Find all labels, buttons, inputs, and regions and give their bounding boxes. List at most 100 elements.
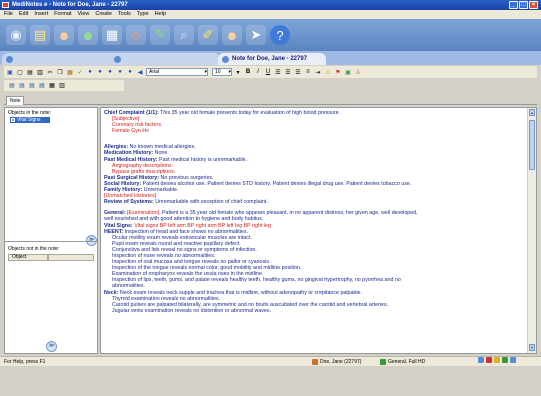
menu-insert[interactable]: Insert bbox=[34, 10, 48, 19]
person-icon[interactable]: ♙ bbox=[354, 68, 362, 76]
search-icon[interactable]: ⌕ bbox=[174, 25, 194, 45]
list2-icon[interactable]: ▤ bbox=[18, 82, 26, 90]
object-column-header[interactable]: Object bbox=[8, 254, 48, 261]
font-name-select[interactable]: Arial ▾ bbox=[146, 68, 208, 76]
document-icon[interactable]: ▤ bbox=[30, 25, 50, 45]
align-left-icon[interactable]: ☰ bbox=[274, 68, 282, 76]
scroll-up-icon[interactable]: ▲ bbox=[529, 109, 535, 116]
title-bar: MediNotes e - Note for Doe, Jane - 22797… bbox=[0, 0, 541, 10]
template-status-icon bbox=[380, 359, 386, 365]
tray-icon[interactable] bbox=[486, 357, 492, 363]
scroll-down-icon[interactable]: ▼ bbox=[529, 344, 535, 351]
object-icon bbox=[11, 118, 15, 122]
objects-list-item[interactable]: Vital Signs bbox=[10, 117, 50, 123]
patient-status-icon bbox=[312, 359, 318, 365]
vertical-scrollbar[interactable]: ▲ ▼ bbox=[527, 108, 536, 353]
grid-icon[interactable]: ▦ bbox=[48, 82, 56, 90]
chevron-down-icon: ▾ bbox=[204, 69, 207, 75]
print-icon[interactable]: ▤ bbox=[26, 68, 34, 76]
tab-2[interactable] bbox=[110, 53, 220, 65]
maximize-button[interactable]: □ bbox=[519, 1, 528, 9]
list4-icon[interactable]: ▤ bbox=[38, 82, 46, 90]
note-editor[interactable]: Chief Complaint (1/1): This 35 year old … bbox=[100, 107, 537, 354]
circle2-icon[interactable]: ● bbox=[96, 68, 104, 76]
paste-icon[interactable]: ▦ bbox=[66, 68, 74, 76]
italic-icon[interactable]: I bbox=[254, 68, 262, 76]
menu-format[interactable]: Format bbox=[54, 10, 71, 19]
menu-view[interactable]: View bbox=[78, 10, 90, 19]
status-template: General, Full HD bbox=[380, 357, 425, 367]
tab-icon bbox=[6, 56, 13, 63]
secondary-toolbar: ▤ ▤ ▤ ▤ ▦ ▥ bbox=[4, 80, 124, 91]
tab-note[interactable]: Note for Doe, Jane - 22797 bbox=[218, 53, 326, 65]
circle5-icon[interactable]: ● bbox=[126, 68, 134, 76]
circle4-icon[interactable]: ● bbox=[116, 68, 124, 76]
bullets-icon[interactable]: ≡ bbox=[304, 68, 312, 76]
circle-icon[interactable]: ● bbox=[86, 68, 94, 76]
check-icon[interactable]: ✓ bbox=[76, 68, 84, 76]
app-icon bbox=[2, 2, 9, 8]
objects-panel: Objects in the note: Vital Signs ≫ Objec… bbox=[4, 107, 98, 354]
tray-icon[interactable] bbox=[510, 357, 516, 363]
forward-icon[interactable]: ➤ bbox=[246, 25, 266, 45]
list-icon[interactable]: ▤ bbox=[8, 82, 16, 90]
pen-icon[interactable]: ✎ bbox=[150, 25, 170, 45]
chart-icon[interactable]: ▦ bbox=[102, 25, 122, 45]
menu-file[interactable]: File bbox=[4, 10, 13, 19]
minimize-button[interactable]: _ bbox=[509, 1, 518, 9]
patient-icon[interactable]: ☻ bbox=[54, 25, 74, 45]
note-document[interactable]: Chief Complaint (1/1): This 35 year old … bbox=[104, 110, 524, 314]
list3-icon[interactable]: ▤ bbox=[28, 82, 36, 90]
edit-icon[interactable]: ✐ bbox=[198, 25, 218, 45]
people-icon[interactable]: ☻ bbox=[222, 25, 242, 45]
tab-1[interactable] bbox=[2, 53, 120, 65]
align-center-icon[interactable]: ☰ bbox=[284, 68, 292, 76]
patients-icon[interactable]: ☻ bbox=[78, 25, 98, 45]
menu-type[interactable]: Type bbox=[137, 10, 149, 19]
menu-help[interactable]: Help bbox=[155, 10, 166, 19]
note-tabs: Note bbox=[4, 95, 537, 105]
window-controls: _ □ × bbox=[509, 1, 538, 9]
close-button[interactable]: × bbox=[529, 1, 538, 9]
menu-bar: File Edit Insert Format View Create Tool… bbox=[0, 10, 541, 19]
objects-in-note-label: Objects in the note: bbox=[8, 110, 52, 116]
panel-divider bbox=[5, 241, 97, 242]
help-icon[interactable]: ? bbox=[270, 25, 290, 45]
flag-icon[interactable]: ⚑ bbox=[334, 68, 342, 76]
preview-icon[interactable]: ▥ bbox=[36, 68, 44, 76]
menu-edit[interactable]: Edit bbox=[19, 10, 28, 19]
tab-icon bbox=[222, 56, 229, 63]
dropdown-icon[interactable]: ▾ bbox=[234, 68, 242, 76]
menu-tools[interactable]: Tools bbox=[118, 10, 131, 19]
indent-icon[interactable]: ⇥ bbox=[314, 68, 322, 76]
cut-icon[interactable]: ✂ bbox=[46, 68, 54, 76]
bold-icon[interactable]: B bbox=[244, 68, 252, 76]
status-patient: Doe, Jane (22797) bbox=[312, 357, 361, 367]
back-icon[interactable]: ◀ bbox=[136, 68, 144, 76]
font-size-select[interactable]: 10 ▾ bbox=[212, 68, 232, 76]
collapse-button[interactable]: ≫ bbox=[46, 341, 57, 352]
status-bar: For Help, press F1 Doe, Jane (22797) Gen… bbox=[0, 356, 541, 366]
record-icon[interactable]: ◉ bbox=[6, 25, 26, 45]
tab-icon bbox=[114, 56, 121, 63]
tab-note-view[interactable]: Note bbox=[6, 96, 24, 105]
tray-icon[interactable] bbox=[502, 357, 508, 363]
scrollbar-thumb[interactable] bbox=[529, 120, 535, 170]
menu-create[interactable]: Create bbox=[95, 10, 112, 19]
tray-icon[interactable] bbox=[478, 357, 484, 363]
underline-icon[interactable]: U bbox=[264, 68, 272, 76]
warning-icon[interactable]: ⚠ bbox=[324, 68, 332, 76]
objects-not-in-note-label: Objects not in the note: bbox=[8, 246, 60, 252]
new-icon[interactable]: ▢ bbox=[16, 68, 24, 76]
copy-icon[interactable]: ❐ bbox=[56, 68, 64, 76]
align-right-icon[interactable]: ☰ bbox=[294, 68, 302, 76]
window-title: MediNotes e - Note for Doe, Jane - 22797 bbox=[12, 2, 128, 8]
image-icon[interactable]: ▣ bbox=[344, 68, 352, 76]
save-icon[interactable]: ▣ bbox=[6, 68, 14, 76]
table-icon[interactable]: ▥ bbox=[58, 82, 66, 90]
user-icon[interactable]: ☺ bbox=[126, 25, 146, 45]
document-tabs: Note for Doe, Jane - 22797 bbox=[0, 51, 541, 65]
tray-icon[interactable] bbox=[494, 357, 500, 363]
format-toolbar: ▣ ▢ ▤ ▥ ✂ ❐ ▦ ✓ ● ● ● ● ● ◀ Arial ▾ 10 ▾ ▾… bbox=[4, 66, 537, 78]
circle3-icon[interactable]: ● bbox=[106, 68, 114, 76]
